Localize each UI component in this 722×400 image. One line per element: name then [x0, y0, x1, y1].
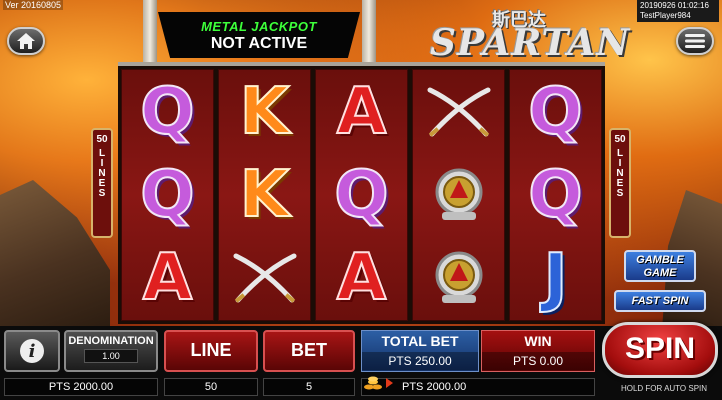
symbol-q: Q [527, 74, 583, 149]
session-datetime: 20190926 01:02:16 [640, 1, 709, 10]
symbol-q: Q [139, 74, 195, 149]
symbol-q: Q [333, 157, 389, 232]
jackpot-panel: METAL JACKPOT NOT ACTIVE [158, 12, 360, 58]
symbol-k: K [239, 74, 291, 149]
lines-count: 50 [614, 134, 626, 145]
symbol-k: K [239, 157, 291, 232]
gamble-label-2: GAME [643, 267, 677, 279]
symbol-a: A [142, 241, 194, 316]
home-icon [17, 33, 35, 49]
gamble-game-button[interactable]: GAMBLE GAME [624, 250, 696, 282]
gamble-label-1: GAMBLE [636, 254, 684, 266]
spartan-ring-symbol [419, 239, 499, 317]
logo-spartan: SPARTAN [430, 22, 631, 64]
reel-1: QQA [121, 69, 214, 321]
total-bet-value: PTS 250.00 [362, 352, 478, 370]
fast-spin-button[interactable]: FAST SPIN [614, 290, 706, 312]
session-info: 20190926 01:02:16 TestPlayer984 [637, 0, 719, 22]
spartan-ring-symbol [419, 156, 499, 234]
pillar-right [362, 0, 376, 62]
home-button[interactable] [7, 27, 45, 55]
jackpot-title: METAL JACKPOT [201, 19, 317, 34]
lines-indicator-left: 50 LINES [91, 128, 113, 238]
win-label: WIN [524, 333, 552, 349]
arrow-icon [386, 378, 393, 388]
lines-count: 50 [96, 134, 108, 145]
win-value: PTS 0.00 [482, 352, 594, 370]
symbol-j: J [543, 241, 569, 316]
lines-word: LINES [96, 148, 108, 198]
balance-display: PTS 2000.00 [361, 378, 595, 396]
jackpot-status: NOT ACTIVE [210, 35, 308, 52]
info-button[interactable]: i [4, 330, 60, 372]
crossed-swords-symbol [419, 73, 499, 151]
credits-display: PTS 2000.00 [4, 378, 158, 396]
total-bet-label: TOTAL BET [381, 333, 459, 349]
menu-icon [685, 34, 705, 48]
bet-button[interactable]: BET [263, 330, 355, 372]
reel-5: QQJ [509, 69, 602, 321]
game-stage: Ver 20160805 20190926 01:02:16 TestPlaye… [0, 0, 722, 400]
symbol-q: Q [527, 157, 583, 232]
spin-button[interactable]: SPIN [602, 322, 718, 378]
lines-indicator-right: 50 LINES [609, 128, 631, 238]
info-icon: i [20, 339, 44, 363]
player-name: TestPlayer984 [640, 11, 691, 20]
line-button[interactable]: LINE [164, 330, 258, 372]
menu-button[interactable] [676, 27, 714, 55]
crossed-swords-symbol [225, 239, 305, 317]
lines-word: LINES [614, 148, 626, 198]
bet-value: 5 [263, 378, 355, 396]
version-label: Ver 20160805 [3, 0, 64, 10]
reel-grid: QQA KK AQA QQJ [118, 62, 605, 324]
line-value: 50 [164, 378, 258, 396]
denomination-button[interactable]: DENOMINATION 1.00 [64, 330, 158, 372]
reel-3: AQA [315, 69, 408, 321]
denomination-value: 1.00 [84, 349, 138, 363]
pillar-left [143, 0, 157, 62]
total-bet-panel: TOTAL BET PTS 250.00 [361, 330, 479, 372]
symbol-a: A [336, 241, 388, 316]
reel-4 [412, 69, 505, 321]
reel-2: KK [218, 69, 311, 321]
symbol-a: A [336, 74, 388, 149]
symbol-q: Q [139, 157, 195, 232]
auto-spin-hint: HOLD FOR AUTO SPIN [620, 384, 708, 393]
coins-icon [364, 376, 382, 390]
win-panel: WIN PTS 0.00 [481, 330, 595, 372]
denomination-label: DENOMINATION [68, 335, 154, 347]
